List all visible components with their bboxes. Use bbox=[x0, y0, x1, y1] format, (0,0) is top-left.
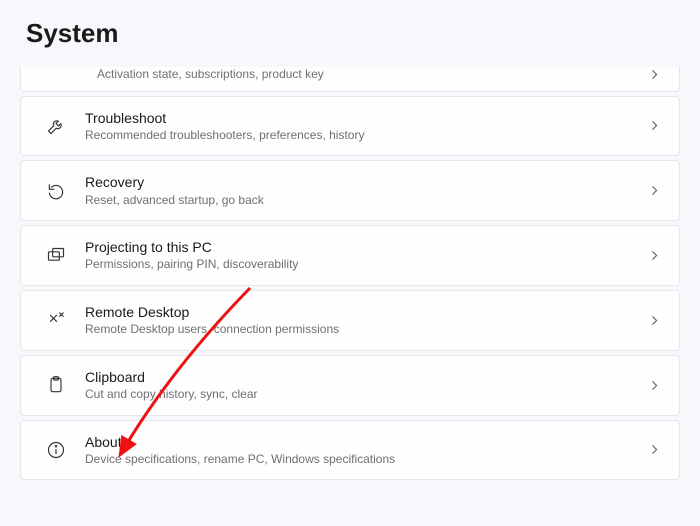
settings-list: Activation state, subscriptions, product… bbox=[0, 67, 700, 480]
card-title: Recovery bbox=[85, 173, 629, 191]
projecting-icon bbox=[45, 245, 67, 267]
chevron-right-icon bbox=[647, 68, 661, 82]
card-subtitle: Recommended troubleshooters, preferences… bbox=[85, 128, 629, 144]
card-subtitle: Device specifications, rename PC, Window… bbox=[85, 452, 629, 468]
card-recovery[interactable]: Recovery Reset, advanced startup, go bac… bbox=[20, 160, 680, 221]
wrench-icon bbox=[45, 115, 67, 137]
card-subtitle: Cut and copy history, sync, clear bbox=[85, 387, 629, 403]
card-subtitle: Activation state, subscriptions, product… bbox=[97, 67, 629, 83]
chevron-right-icon bbox=[647, 119, 661, 133]
card-subtitle: Reset, advanced startup, go back bbox=[85, 193, 629, 209]
recovery-icon bbox=[45, 180, 67, 202]
card-projecting[interactable]: Projecting to this PC Permissions, pairi… bbox=[20, 225, 680, 286]
card-title: Projecting to this PC bbox=[85, 238, 629, 256]
info-icon bbox=[45, 439, 67, 461]
card-about[interactable]: About Device specifications, rename PC, … bbox=[20, 420, 680, 481]
page-title: System bbox=[0, 0, 700, 67]
card-title: Troubleshoot bbox=[85, 109, 629, 127]
card-title: About bbox=[85, 433, 629, 451]
card-subtitle: Remote Desktop users, connection permiss… bbox=[85, 322, 629, 338]
chevron-right-icon bbox=[647, 184, 661, 198]
card-title: Clipboard bbox=[85, 368, 629, 386]
card-title: Remote Desktop bbox=[85, 303, 629, 321]
chevron-right-icon bbox=[647, 378, 661, 392]
chevron-right-icon bbox=[647, 313, 661, 327]
card-troubleshoot[interactable]: Troubleshoot Recommended troubleshooters… bbox=[20, 96, 680, 157]
card-activation[interactable]: Activation state, subscriptions, product… bbox=[20, 67, 680, 92]
card-subtitle: Permissions, pairing PIN, discoverabilit… bbox=[85, 257, 629, 273]
card-remote-desktop[interactable]: Remote Desktop Remote Desktop users, con… bbox=[20, 290, 680, 351]
card-clipboard[interactable]: Clipboard Cut and copy history, sync, cl… bbox=[20, 355, 680, 416]
clipboard-icon bbox=[45, 374, 67, 396]
remote-desktop-icon bbox=[45, 309, 67, 331]
chevron-right-icon bbox=[647, 249, 661, 263]
chevron-right-icon bbox=[647, 443, 661, 457]
